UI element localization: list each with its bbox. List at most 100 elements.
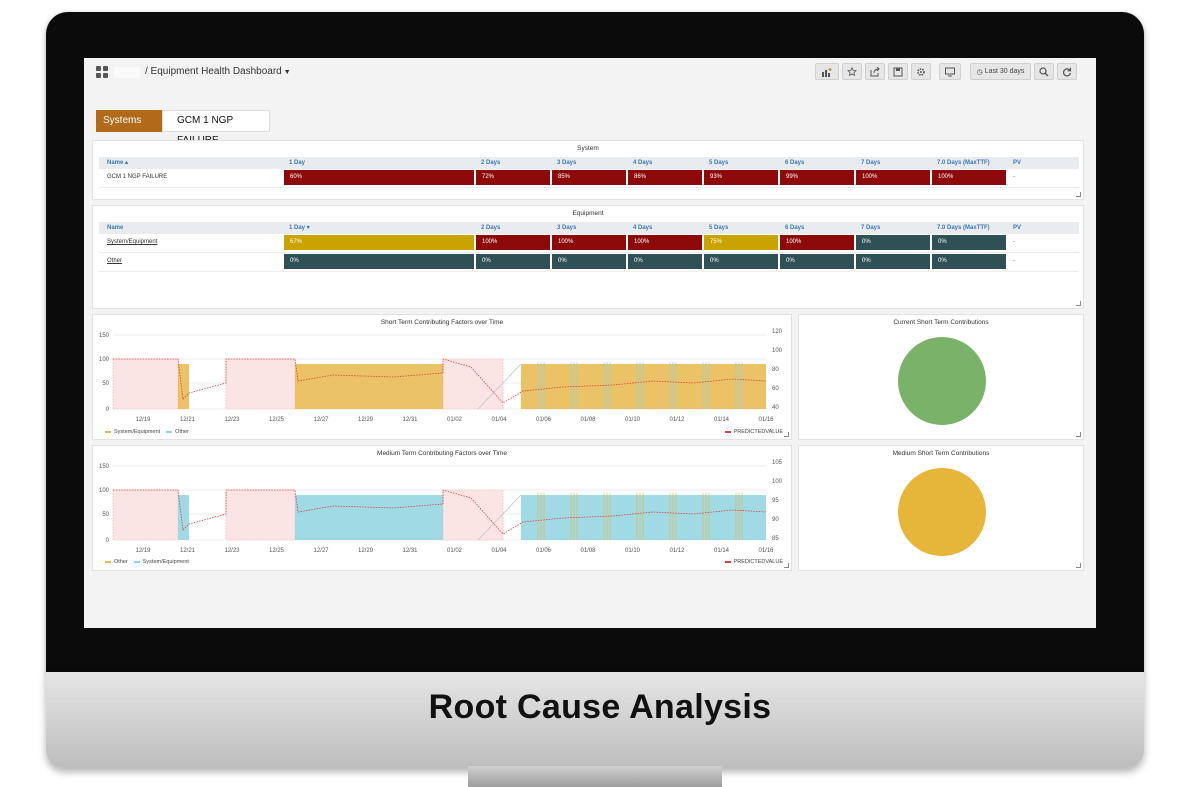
x-tick-label: 12/23 xyxy=(224,417,240,423)
zoom-out-button[interactable] xyxy=(1034,63,1054,80)
resize-handle[interactable] xyxy=(1076,432,1081,437)
column-header[interactable]: 7 Days xyxy=(861,157,880,169)
column-header[interactable]: 2 Days xyxy=(481,157,500,169)
short-term-pie[interactable] xyxy=(898,337,986,425)
column-header[interactable]: 2 Days xyxy=(481,222,500,234)
table-row: GCM 1 NGP FAILURE 60% 72% 85% 86% 93% 99% 100% 1… xyxy=(99,169,1079,188)
save-icon xyxy=(893,67,903,76)
y2-tick-label: 120 xyxy=(772,329,783,335)
equipment-table-panel: Equipment Name 1 Day ▾ 2 Days 3 Days 4 Days 5… xyxy=(92,205,1084,309)
x-tick-label: 01/16 xyxy=(758,548,774,554)
column-header[interactable]: 7 Days xyxy=(861,222,880,234)
dashboard-picker[interactable]: / Equipment Health Dashboard ▼ xyxy=(145,66,291,77)
legend-item[interactable]: System/Equipment xyxy=(114,429,160,435)
column-header[interactable]: 7.0 Days (MaxTTF) xyxy=(937,157,990,169)
medium-term-chart[interactable]: 150 100 50 0 105 100 95 90 85 12/19 12/21 12/23 12/2… xyxy=(93,446,793,572)
no-data-region xyxy=(225,489,296,541)
column-header[interactable]: 7.0 Days (MaxTTF) xyxy=(937,222,990,234)
chart-legend: System/Equipment Other xyxy=(105,429,189,435)
legend-item[interactable]: PREDICTEDVALUE xyxy=(734,559,783,565)
column-header[interactable]: Name xyxy=(107,222,123,234)
probability-cell: 100% xyxy=(780,235,854,250)
column-header[interactable]: 3 Days xyxy=(557,222,576,234)
y-tick-label: 100 xyxy=(99,357,110,363)
probability-cell: 0% xyxy=(932,235,1006,250)
legend-item[interactable]: Other xyxy=(175,429,189,435)
failure-tag[interactable]: GCM 1 NGP FAILURE xyxy=(162,110,270,146)
add-panel-button[interactable] xyxy=(815,63,839,80)
probability-cell: 100% xyxy=(628,235,702,250)
column-header[interactable]: 4 Days xyxy=(633,222,652,234)
legend-item[interactable]: Other xyxy=(114,559,128,565)
y-tick-label: 0 xyxy=(106,407,110,413)
refresh-button[interactable] xyxy=(1057,63,1077,80)
column-header[interactable]: 5 Days xyxy=(709,157,728,169)
probability-cell: 100% xyxy=(856,170,930,185)
x-tick-label: 01/10 xyxy=(625,417,641,423)
y2-tick-label: 100 xyxy=(772,348,783,354)
x-tick-label: 01/08 xyxy=(580,548,596,554)
column-header[interactable]: 4 Days xyxy=(633,157,652,169)
x-tick-label: 01/14 xyxy=(714,417,730,423)
time-range-button[interactable]: ◷ Last 30 days xyxy=(970,63,1031,80)
probability-cell: 0% xyxy=(856,235,930,250)
resize-handle[interactable] xyxy=(1076,563,1081,568)
y-tick-label: 100 xyxy=(99,488,110,494)
pv-cell: - xyxy=(1013,174,1015,180)
y2-tick-label: 80 xyxy=(772,367,779,373)
panel-title: Equipment xyxy=(572,210,604,217)
panel-title: Medium Short Term Contributions xyxy=(892,450,990,457)
settings-button[interactable] xyxy=(911,63,931,80)
column-header[interactable]: 1 Day ▾ xyxy=(289,222,310,234)
systems-tag[interactable]: Systems xyxy=(96,110,170,132)
share-button[interactable] xyxy=(865,63,885,80)
bar-chart-add-icon xyxy=(822,67,832,77)
x-tick-label: 01/16 xyxy=(758,417,774,423)
star-button[interactable] xyxy=(842,63,862,80)
column-header[interactable]: 3 Days xyxy=(557,157,576,169)
x-tick-label: 12/19 xyxy=(135,548,151,554)
legend-item[interactable]: PREDICTEDVALUE xyxy=(734,429,783,435)
chart-legend: Other System/Equipment xyxy=(105,559,189,565)
x-tick-label: 12/29 xyxy=(358,548,374,554)
table-header: Name 1 Day ▾ 2 Days 3 Days 4 Days 5 Days 6 Day… xyxy=(99,222,1079,234)
cycle-view-button[interactable] xyxy=(939,63,961,80)
medium-term-chart-panel: Medium Term Contributing Factors over Ti… xyxy=(92,445,792,571)
y2-tick-label: 105 xyxy=(772,460,783,466)
short-term-chart[interactable]: 150 100 50 0 120 100 80 60 40 12/19 12/21 12/23 12/2… xyxy=(93,315,793,441)
legend-item[interactable]: System/Equipment xyxy=(143,559,189,565)
probability-cell: 67% xyxy=(284,235,474,250)
column-header[interactable]: 1 Day xyxy=(289,157,305,169)
resize-handle[interactable] xyxy=(1076,301,1081,306)
short-term-chart-panel: Short Term Contributing Factors over Tim… xyxy=(92,314,792,440)
row-name[interactable]: System/Equipment xyxy=(99,235,283,250)
save-button[interactable] xyxy=(888,63,908,80)
redacted-org xyxy=(114,67,140,78)
panel-title: Current Short Term Contributions xyxy=(893,319,989,326)
column-header[interactable]: 6 Days xyxy=(785,157,804,169)
column-header[interactable]: 5 Days xyxy=(709,222,728,234)
resize-handle[interactable] xyxy=(784,563,789,568)
probability-cell: 100% xyxy=(932,170,1006,185)
column-header[interactable]: 6 Days xyxy=(785,222,804,234)
medium-term-pie-panel: Medium Short Term Contributions xyxy=(798,445,1084,571)
x-tick-label: 12/21 xyxy=(180,417,196,423)
share-icon xyxy=(870,66,880,76)
monitor-icon xyxy=(945,67,955,76)
x-tick-label: 12/23 xyxy=(224,548,240,554)
dashboard-screen: / Equipment Health Dashboard ▼ ◷ Last 30 d… xyxy=(84,58,1096,628)
column-header[interactable]: PV xyxy=(1013,157,1021,169)
column-header[interactable]: PV xyxy=(1013,222,1021,234)
probability-cell: 0% xyxy=(284,254,474,269)
x-tick-label: 12/21 xyxy=(180,548,196,554)
resize-handle[interactable] xyxy=(1076,192,1081,197)
apps-grid-icon[interactable] xyxy=(96,66,108,78)
top-bar: / Equipment Health Dashboard ▼ ◷ Last 30 d… xyxy=(84,58,1096,88)
column-header[interactable]: Name ▴ xyxy=(107,157,128,169)
probability-cell: 86% xyxy=(628,170,702,185)
refresh-icon xyxy=(1062,67,1072,76)
row-name[interactable]: Other xyxy=(99,254,283,269)
resize-handle[interactable] xyxy=(784,432,789,437)
medium-term-pie[interactable] xyxy=(898,468,986,556)
probability-cell: 100% xyxy=(476,235,550,250)
